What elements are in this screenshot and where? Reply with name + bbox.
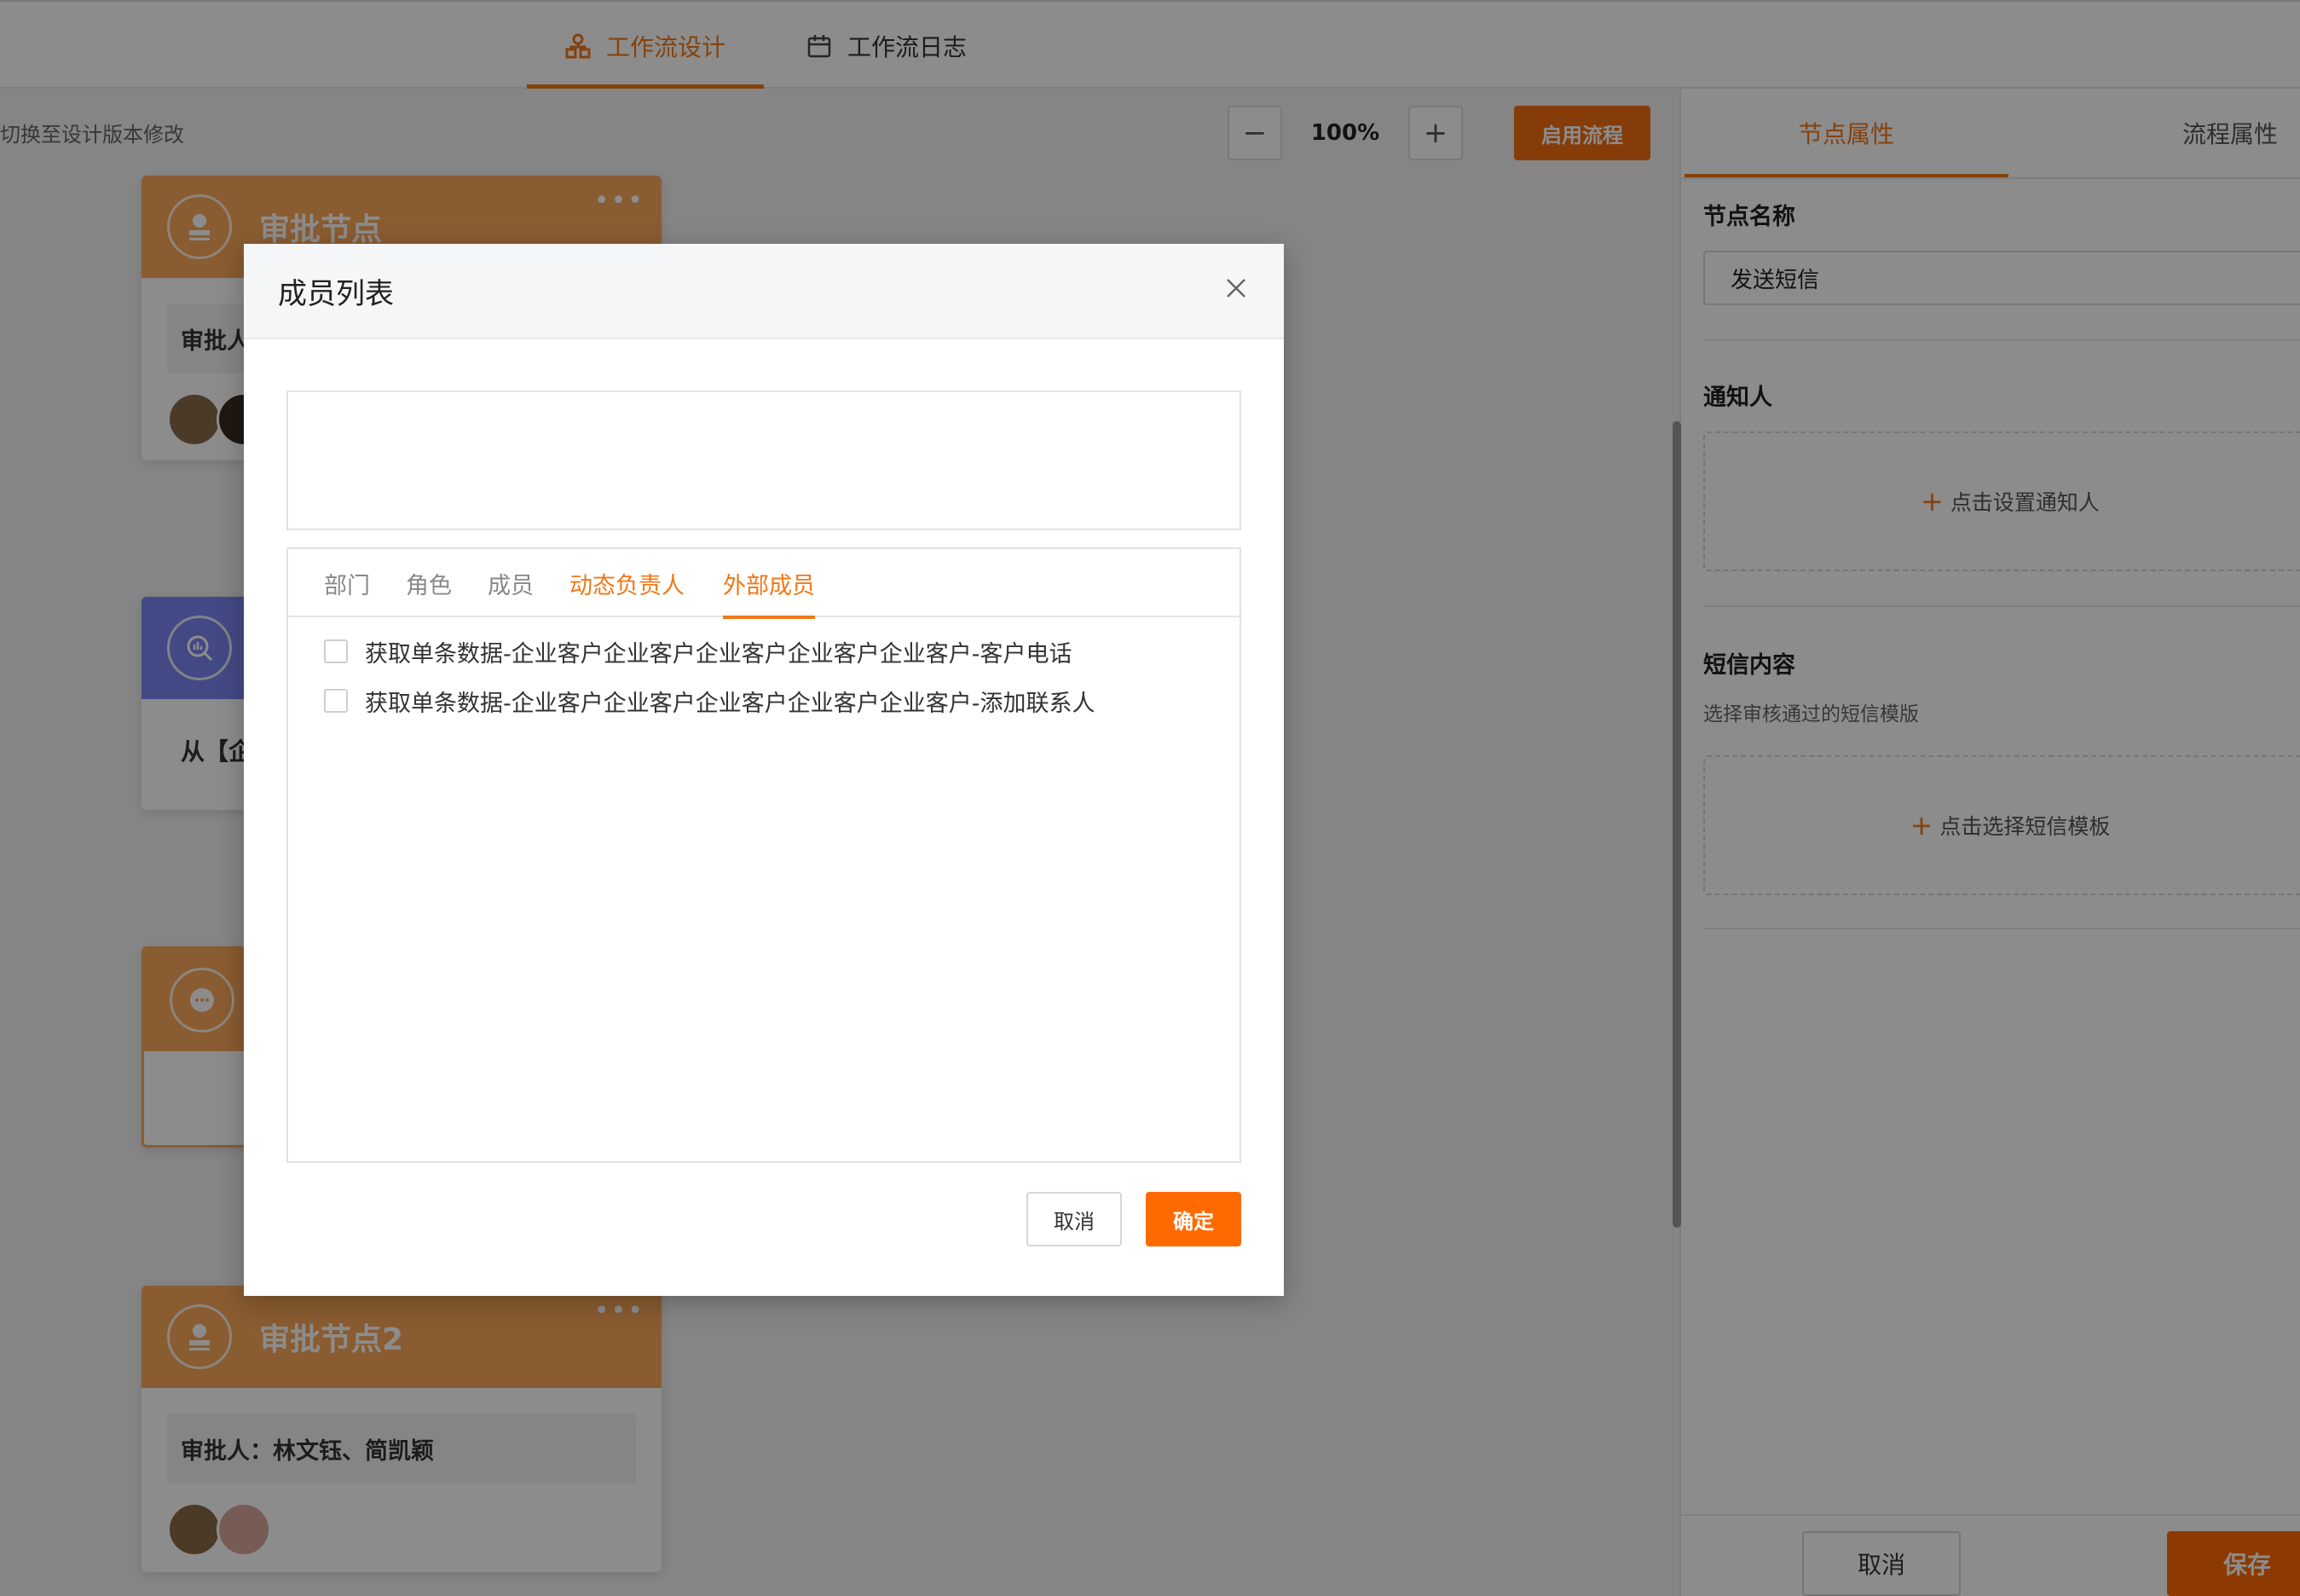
- tab-dynamic-owner[interactable]: 动态负责人: [569, 549, 685, 617]
- checkbox[interactable]: [324, 639, 348, 663]
- tab-external-member-label: 外部成员: [723, 572, 815, 599]
- list-item[interactable]: 获取单条数据-企业客户企业客户企业客户企业客户企业客户-添加联系人: [324, 684, 1095, 718]
- member-type-tabs: 部门 角色 成员 动态负责人 外部成员: [288, 549, 1240, 619]
- tab-member[interactable]: 成员: [488, 549, 534, 617]
- list-item[interactable]: 获取单条数据-企业客户企业客户企业客户企业客户企业客户-客户电话: [324, 634, 1072, 668]
- checkbox[interactable]: [324, 689, 348, 713]
- dialog-header: 成员列表: [244, 244, 1284, 339]
- tab-department[interactable]: 部门: [324, 549, 370, 617]
- list-item-label: 获取单条数据-企业客户企业客户企业客户企业客户企业客户-添加联系人: [365, 690, 1095, 717]
- list-item-label: 获取单条数据-企业客户企业客户企业客户企业客户企业客户-客户电话: [365, 640, 1072, 668]
- member-picker: 部门 角色 成员 动态负责人 外部成员 获取单条数据-企业客户企业客户企业客户企…: [286, 547, 1241, 1163]
- dialog-cancel-button[interactable]: 取消: [1026, 1192, 1122, 1246]
- tab-external-member[interactable]: 外部成员: [723, 549, 815, 619]
- close-icon[interactable]: [1221, 273, 1251, 304]
- dialog-confirm-button[interactable]: 确定: [1146, 1192, 1241, 1246]
- tab-role[interactable]: 角色: [406, 549, 452, 617]
- member-list-dialog: 成员列表 部门 角色 成员 动态负责人 外部成员 获取单条数据-企业客户企业客户…: [244, 244, 1284, 1296]
- selected-members-box[interactable]: [286, 390, 1241, 530]
- active-tab-underline: [723, 616, 815, 619]
- dialog-title: 成员列表: [278, 276, 394, 311]
